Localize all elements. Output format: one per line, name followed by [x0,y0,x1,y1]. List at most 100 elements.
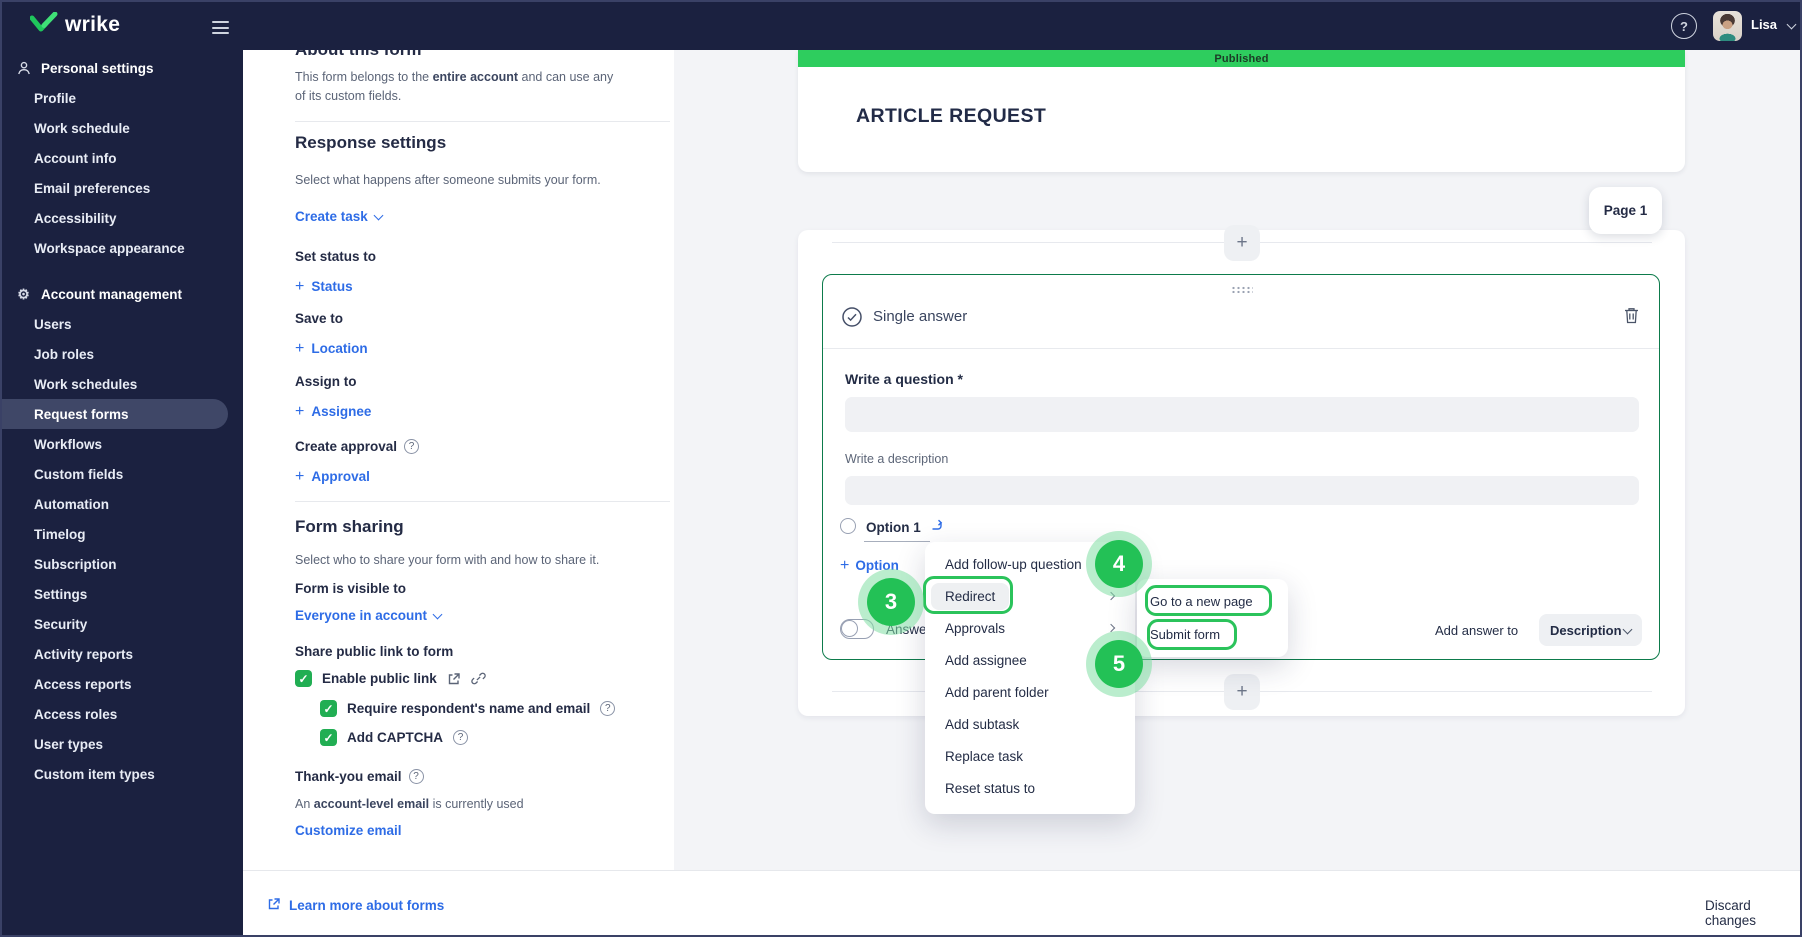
add-assignee-button[interactable]: + Assignee [295,404,371,420]
description-input[interactable] [845,476,1639,505]
wrike-check-icon [29,11,58,37]
sidebar-item-workspace-appearance[interactable]: Workspace appearance [2,233,243,263]
customize-email-link[interactable]: Customize email [295,823,402,838]
sidebar-item-timelog[interactable]: Timelog [2,519,243,549]
help-circle-icon[interactable]: ? [404,439,420,454]
menu-item-label: Add subtask [945,716,1020,732]
option-radio[interactable] [840,518,856,534]
sidebar-item-work-schedules[interactable]: Work schedules [2,369,243,399]
add-approval-button[interactable]: + Approval [295,469,370,485]
sidebar-section-personal-settings[interactable]: Personal settings [2,53,243,83]
page-badge[interactable]: Page 1 [1589,187,1662,234]
menu-item-reset-status-to[interactable]: Reset status to [925,772,1135,804]
form-settings-panel: About this form This form belongs to the… [243,40,674,870]
menu-item-add-subtask[interactable]: Add subtask [925,708,1135,740]
sidebar-item-request-forms[interactable]: Request forms [2,399,228,429]
add-captcha-label: Add CAPTCHA [347,730,443,745]
sidebar-item-subscription[interactable]: Subscription [2,549,243,579]
sidebar-item-label: Request forms [34,406,129,422]
about-body-pre: This form belongs to the [295,70,433,84]
external-link-icon[interactable] [447,672,461,686]
answers-toggle[interactable] [840,619,874,639]
sidebar-section-account-management[interactable]: ⚙ Account management [2,279,243,309]
menu-item-redirect[interactable]: Redirect [925,580,1135,612]
add-location-button[interactable]: + Location [295,341,368,357]
require-name-checkbox[interactable]: ✓ [320,700,337,717]
user-name[interactable]: Lisa [1751,17,1777,32]
sidebar-item-activity-reports[interactable]: Activity reports [2,639,243,669]
chevron-down-icon [373,210,384,221]
divider [295,121,670,122]
option-label[interactable]: Option 1 [866,520,921,535]
submenu-item-submit-form[interactable]: Submit form [1137,618,1288,651]
hamburger-menu-icon[interactable] [212,21,229,38]
discard-changes-button[interactable]: Discard changes [1705,898,1800,928]
form-title[interactable]: ARTICLE REQUEST [856,105,1046,128]
chevron-down-icon[interactable] [1786,19,1797,30]
sidebar-item-custom-item-types[interactable]: Custom item types [2,759,243,789]
drag-handle-icon[interactable] [1231,286,1253,293]
require-name-row: ✓ Require respondent's name and email ? [320,700,616,717]
create-task-dropdown[interactable]: Create task [295,209,384,224]
logo-text: wrike [65,12,121,36]
about-body-bold: entire account [432,70,519,84]
learn-more-link[interactable]: Learn more about forms [267,897,444,914]
person-icon [15,61,32,75]
sidebar-item-label: Users [34,316,72,332]
question-text-input[interactable] [845,397,1639,432]
sidebar-item-custom-fields[interactable]: Custom fields [2,459,243,489]
add-question-above-button[interactable]: + [1224,225,1260,261]
sidebar-item-security[interactable]: Security [2,609,243,639]
answer-target-dropdown[interactable]: Description [1539,614,1642,646]
save-to-label: Save to [295,311,344,326]
sidebar-item-label: Email preferences [34,180,151,196]
sidebar-item-label: Workflows [34,436,103,452]
description-label: Write a description [845,452,949,466]
enable-public-link-checkbox[interactable]: ✓ [295,670,312,687]
sidebar-item-automation[interactable]: Automation [2,489,243,519]
chevron-down-icon [1622,624,1633,634]
help-circle-icon[interactable]: ? [453,730,468,745]
sidebar-item-users[interactable]: Users [2,309,243,339]
help-circle-icon[interactable]: ? [600,701,616,716]
sidebar-item-access-reports[interactable]: Access reports [2,669,243,699]
published-label: Published [1214,52,1269,65]
submenu-item-go-to-new-page[interactable]: Go to a new page [1137,585,1288,618]
sidebar-item-work-schedule[interactable]: Work schedule [2,113,243,143]
sidebar-item-user-types[interactable]: User types [2,729,243,759]
set-status-label: Set status to [295,249,377,264]
sidebar-item-account-info[interactable]: Account info [2,143,243,173]
top-bar: wrike ? Lisa [2,2,1800,50]
answer-target-value: Description [1550,622,1622,638]
add-answer-to-label: Add answer to [1435,623,1519,638]
branching-icon[interactable] [931,518,945,537]
sidebar-item-workflows[interactable]: Workflows [2,429,243,459]
form-visibility-dropdown[interactable]: Everyone in account [295,608,443,623]
add-status-button[interactable]: + Status [295,279,353,295]
sidebar-item-label: Accessibility [34,210,117,226]
add-option-button[interactable]: + Option [840,558,899,574]
thank-you-email-label: Thank-you email ? [295,769,424,784]
link-icon[interactable] [471,671,486,686]
sidebar-item-access-roles[interactable]: Access roles [2,699,243,729]
sidebar-item-job-roles[interactable]: Job roles [2,339,243,369]
thank-you-pre: An [295,797,314,811]
response-settings-subtitle: Select what happens after someone submit… [295,173,601,187]
sidebar-item-accessibility[interactable]: Accessibility [2,203,243,233]
sidebar-item-label: Work schedules [34,376,138,392]
help-icon[interactable]: ? [1671,13,1697,39]
wrike-logo[interactable]: wrike [29,11,121,37]
sidebar-item-email-preferences[interactable]: Email preferences [2,173,243,203]
share-public-link-label: Share public link to form [295,644,454,659]
avatar[interactable] [1713,11,1742,41]
menu-item-approvals[interactable]: Approvals [925,612,1135,644]
menu-item-replace-task[interactable]: Replace task [925,740,1135,772]
sidebar-item-profile[interactable]: Profile [2,83,243,113]
sidebar-item-settings[interactable]: Settings [2,579,243,609]
trash-icon[interactable] [1624,307,1639,329]
create-approval-text: Create approval [295,439,398,454]
submenu-item-label: Submit form [1150,627,1221,642]
add-question-below-button[interactable]: + [1224,674,1260,710]
add-captcha-checkbox[interactable]: ✓ [320,729,337,746]
help-circle-icon[interactable]: ? [408,769,424,784]
